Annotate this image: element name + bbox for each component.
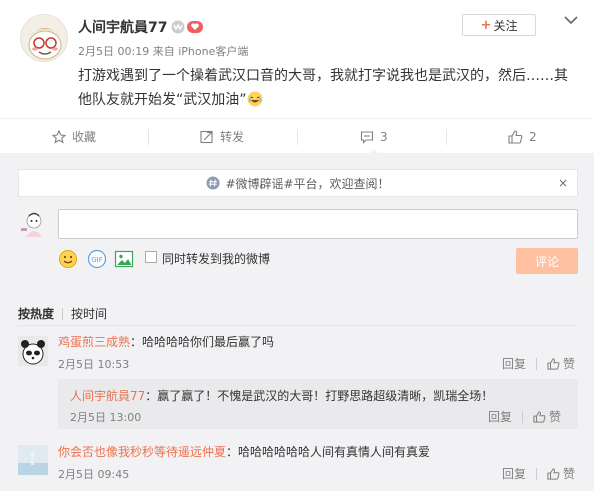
post-source-prefix: 来自 — [152, 45, 175, 58]
action-divider — [148, 129, 149, 145]
favorite-label: 收藏 — [72, 130, 97, 144]
comment-sort-tabs: 按热度 按时间 — [18, 305, 107, 322]
like-label: 赞 — [563, 357, 576, 371]
comments-panel: #微博辟谣#平台，欢迎查阅！ × GIF 同时转发到我的微博 评论 按热度 按时… — [0, 153, 594, 491]
like-label: 赞 — [549, 410, 562, 424]
comment-button[interactable]: 3 — [360, 119, 388, 155]
forward-icon — [200, 130, 213, 143]
reply-button[interactable]: 回复 — [488, 408, 512, 425]
my-avatar — [20, 210, 48, 238]
forward-label: 转发 — [220, 130, 245, 144]
forward-button[interactable]: 转发 — [200, 119, 244, 154]
reply-ops: 回复 赞 — [488, 408, 561, 425]
comment-like-button[interactable]: 赞 — [547, 355, 575, 372]
reply-text: ：赢了赢了！不愧是武汉的大哥！打野思路超级清晰，凯瑞全场！ — [145, 389, 494, 403]
reply-button[interactable]: 回复 — [502, 465, 526, 482]
reply-nick[interactable]: 人间宇航員77 — [70, 389, 145, 403]
like-label: 赞 — [563, 467, 576, 481]
comment-text: ：哈哈哈哈你们最后赢了吗 — [130, 335, 275, 349]
comment-ops: 回复 赞 — [502, 465, 575, 482]
reply-button[interactable]: 回复 — [502, 355, 526, 372]
hashtag-icon — [206, 176, 220, 190]
comment-time: 2月5日 10:53 — [58, 358, 130, 371]
vip-badge-icon[interactable] — [171, 20, 185, 34]
weibo-post: 人间宇航員77 2月5日 00:19 来自 iPhone客户端 + 关注 打游戏… — [0, 0, 594, 118]
heart-badge-icon[interactable] — [187, 20, 203, 34]
comment-submit-button[interactable]: 评论 — [516, 248, 578, 274]
post-text: 打游戏遇到了一个操着武汉口音的大哥，我就打字说我也是武汉的，然后……其他队友就开… — [78, 68, 568, 108]
comment-ops: 回复 赞 — [502, 355, 575, 372]
ops-divider — [522, 410, 524, 423]
reply-time: 2月5日 13:00 — [70, 411, 142, 424]
post-meta: 2月5日 00:19 来自 iPhone客户端 — [78, 43, 248, 59]
comment-count: 3 — [380, 129, 388, 144]
comment-nick[interactable]: 你会否也像我秒秒等待遥远仲夏 — [58, 445, 226, 459]
comment-input[interactable] — [58, 209, 578, 239]
user-avatar[interactable] — [20, 14, 68, 62]
comment-body: 你会否也像我秒秒等待遥远仲夏：哈哈哈哈哈哈人间有真情人间有真爱 — [58, 443, 430, 460]
comment-avatar[interactable] — [18, 336, 48, 366]
tab-sort-time[interactable]: 按时间 — [71, 305, 107, 322]
plus-icon: + — [480, 17, 492, 33]
post-content: 打游戏遇到了一个操着武汉口音的大哥，我就打字说我也是武汉的，然后……其他队友就开… — [78, 64, 578, 112]
forward-checkbox-label[interactable]: 同时转发到我的微博 — [162, 250, 270, 267]
chevron-down-icon[interactable] — [563, 14, 579, 26]
close-icon[interactable]: × — [558, 176, 568, 190]
thumb-up-icon — [533, 410, 546, 423]
action-divider — [446, 129, 447, 145]
reply-like-button[interactable]: 赞 — [533, 408, 561, 425]
ops-divider — [536, 357, 538, 370]
post-action-bar: 收藏 转发 3 2 — [0, 118, 594, 155]
comment-body: 鸡蛋煎三成熟：哈哈哈哈你们最后赢了吗 — [58, 333, 274, 350]
notice-text[interactable]: #微博辟谣#平台，欢迎查阅！ — [225, 175, 389, 192]
action-divider — [297, 129, 298, 145]
follow-button[interactable]: + 关注 — [462, 14, 536, 36]
reply-body: 人间宇航員77：赢了赢了！不愧是武汉的大哥！打野思路超级清晰，凯瑞全场！ — [70, 387, 493, 404]
like-button[interactable]: 2 — [508, 119, 537, 154]
emoji-picker-icon[interactable] — [58, 249, 78, 269]
laugh-emoji-icon — [247, 91, 263, 107]
post-date[interactable]: 2月5日 00:19 — [78, 45, 149, 58]
tab-sort-hot[interactable]: 按热度 — [18, 305, 54, 322]
like-count: 2 — [529, 129, 537, 144]
svg-text:GIF: GIF — [91, 256, 103, 264]
comment-like-button[interactable]: 赞 — [547, 465, 575, 482]
thumb-up-icon — [547, 467, 560, 480]
thumb-up-icon — [508, 129, 523, 144]
tab-divider — [62, 307, 64, 320]
favorite-button[interactable]: 收藏 — [52, 119, 96, 154]
gif-icon[interactable]: GIF — [87, 249, 107, 269]
comment-nick[interactable]: 鸡蛋煎三成熟 — [58, 335, 130, 349]
rumor-notice-bar[interactable]: #微博辟谣#平台，欢迎查阅！ × — [18, 169, 578, 197]
comment-reply: 人间宇航員77：赢了赢了！不愧是武汉的大哥！打野思路超级清晰，凯瑞全场！ 2月5… — [58, 379, 578, 429]
comment-time: 2月5日 09:45 — [58, 468, 130, 481]
follow-label: 关注 — [493, 18, 518, 33]
sort-divider — [18, 325, 578, 326]
post-username[interactable]: 人间宇航員77 — [78, 17, 167, 37]
forward-checkbox[interactable] — [145, 251, 157, 263]
comment-icon — [360, 130, 374, 144]
comment-text: ：哈哈哈哈哈哈人间有真情人间有真爱 — [226, 445, 431, 459]
thumb-up-icon — [547, 357, 560, 370]
post-source[interactable]: iPhone客户端 — [178, 45, 248, 58]
ops-divider — [536, 467, 538, 480]
comment-avatar[interactable] — [18, 445, 48, 475]
image-upload-icon[interactable] — [114, 249, 134, 269]
star-icon — [52, 129, 66, 144]
